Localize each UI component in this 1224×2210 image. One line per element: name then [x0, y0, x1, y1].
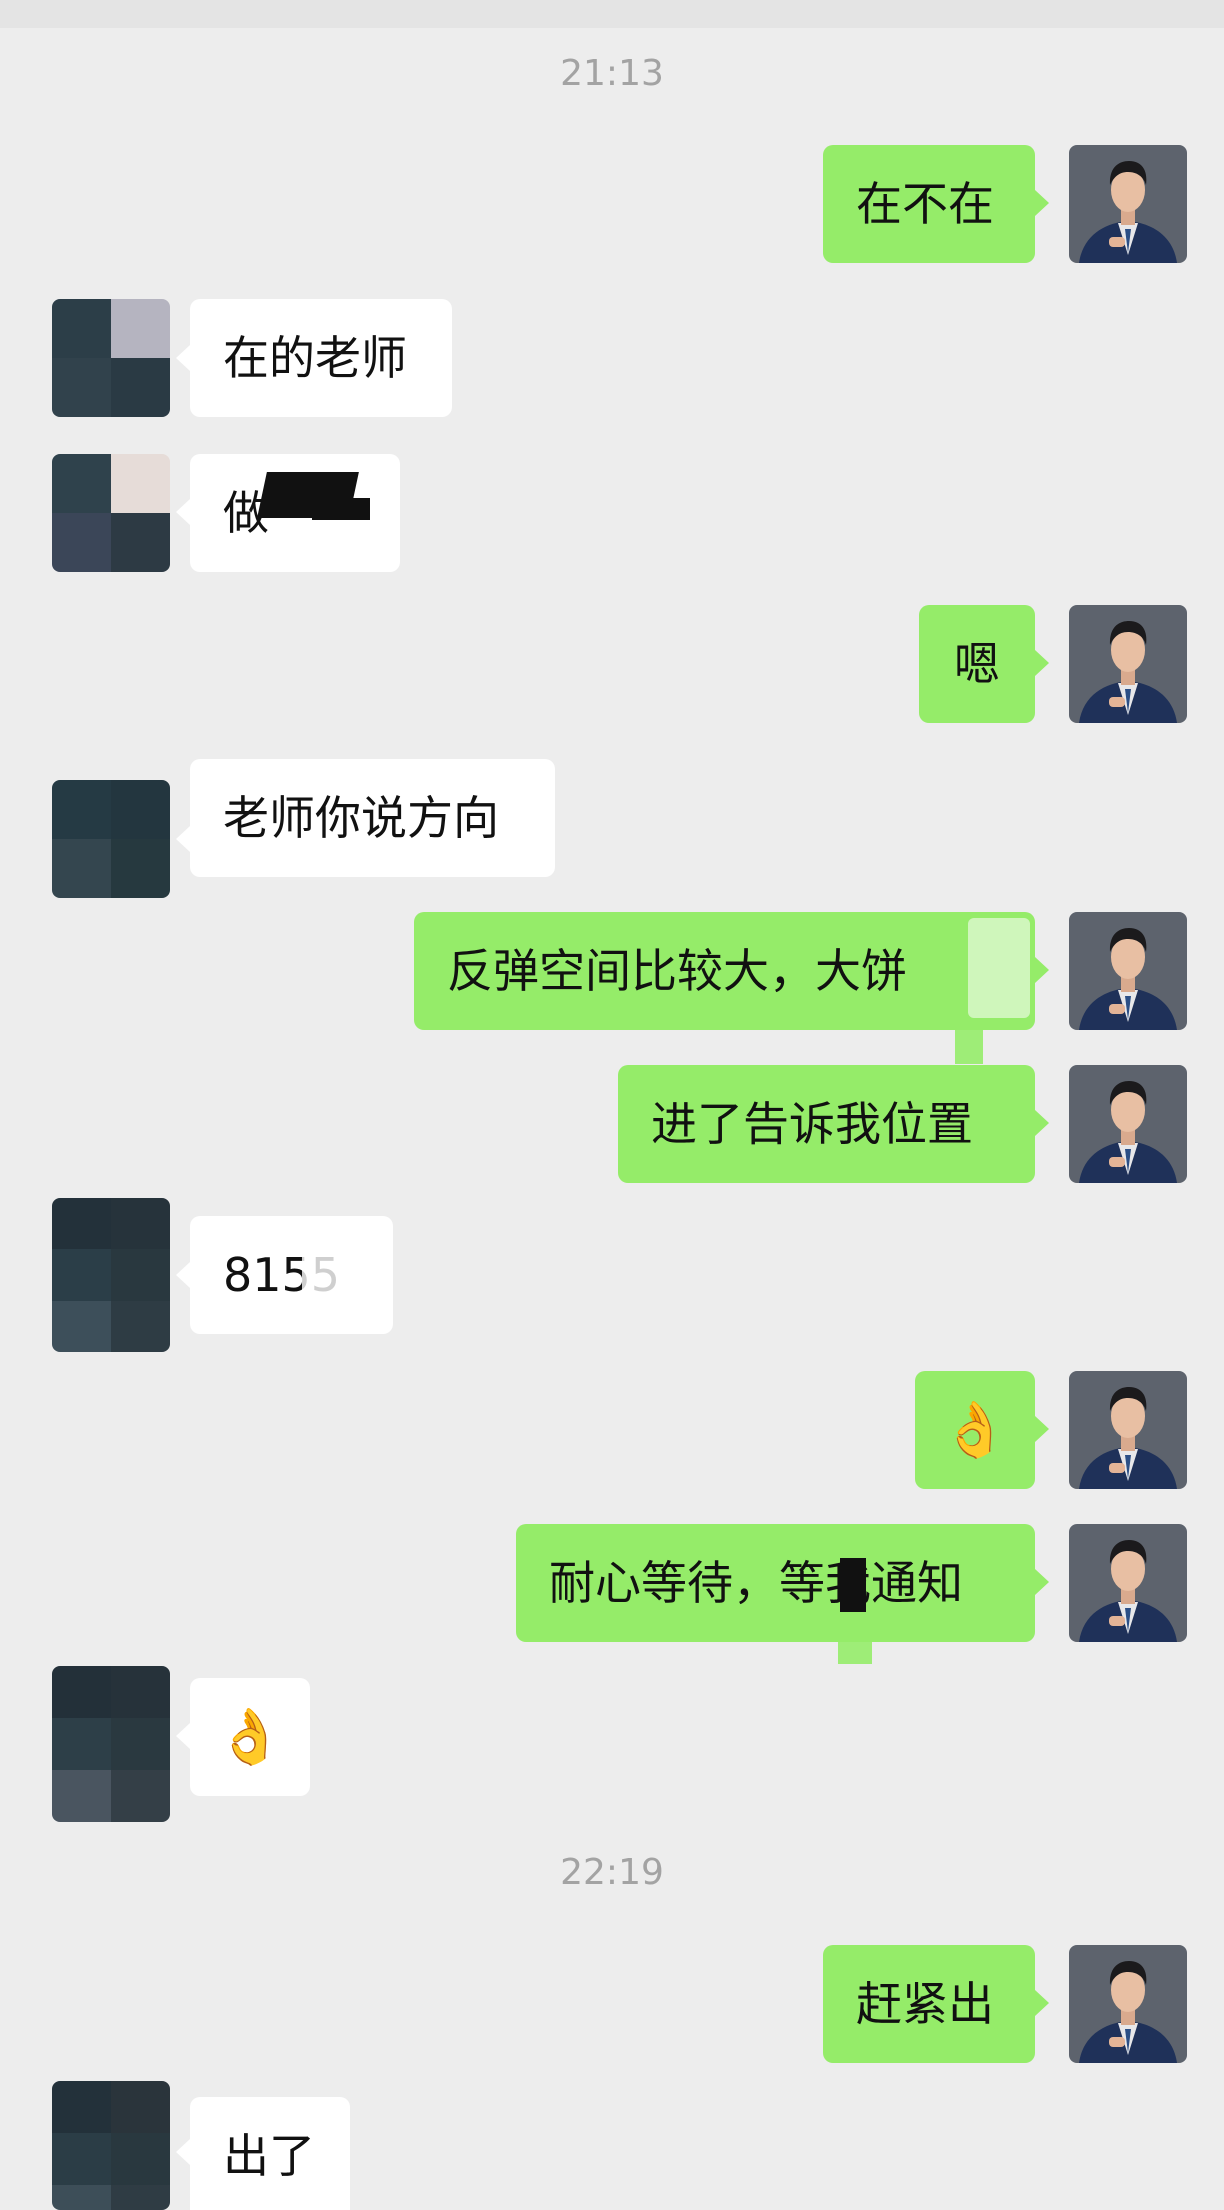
- bubble-tail: [1035, 1990, 1049, 2016]
- bubble-tail: [176, 1723, 190, 1749]
- redaction-mark: [840, 1558, 866, 1612]
- message-bubble-incoming[interactable]: 👌: [190, 1678, 310, 1796]
- my-avatar[interactable]: [1069, 1371, 1187, 1489]
- bubble-tail: [1035, 1110, 1049, 1136]
- timestamp: 22:19: [560, 1852, 664, 1893]
- redaction-smudge: [955, 1030, 983, 1064]
- bubble-tail: [176, 826, 190, 852]
- message-bubble-incoming[interactable]: 老师你说方向: [190, 759, 555, 877]
- bubble-tail: [1035, 650, 1049, 676]
- message-bubble-incoming[interactable]: 8155: [190, 1216, 393, 1334]
- bubble-tail: [1035, 190, 1049, 216]
- redaction-mark: [312, 498, 370, 520]
- chat-message-list[interactable]: 21:13 在不在 在的老师 做 嗯 老师你说方向 反弹空间比较大，大饼 进了告…: [0, 0, 1224, 2210]
- bubble-tail: [1035, 957, 1049, 983]
- message-bubble-outgoing[interactable]: 进了告诉我位置: [618, 1065, 1035, 1183]
- bubble-tail: [176, 499, 190, 525]
- bubble-tail: [1035, 1416, 1049, 1442]
- redaction-smudge: [968, 918, 1030, 1018]
- my-avatar[interactable]: [1069, 912, 1187, 1030]
- contact-avatar[interactable]: [52, 454, 170, 572]
- redaction-smudge: [838, 1642, 872, 1664]
- contact-avatar[interactable]: [52, 1198, 170, 1352]
- my-avatar[interactable]: [1069, 145, 1187, 263]
- message-bubble-outgoing[interactable]: 赶紧出: [823, 1945, 1035, 2063]
- timestamp: 21:13: [560, 53, 664, 94]
- contact-avatar[interactable]: [52, 2081, 170, 2210]
- message-bubble-incoming[interactable]: 出了: [190, 2097, 350, 2210]
- message-bubble-incoming[interactable]: 在的老师: [190, 299, 452, 417]
- message-bubble-outgoing[interactable]: 👌: [915, 1371, 1035, 1489]
- contact-avatar[interactable]: [52, 780, 170, 898]
- bubble-tail: [176, 345, 190, 371]
- my-avatar[interactable]: [1069, 1065, 1187, 1183]
- contact-avatar[interactable]: [52, 299, 170, 417]
- message-text: 反弹空间比较大，大饼: [447, 944, 907, 998]
- message-bubble-outgoing[interactable]: 嗯: [919, 605, 1035, 723]
- my-avatar[interactable]: [1069, 1524, 1187, 1642]
- message-bubble-outgoing[interactable]: 反弹空间比较大，大饼: [414, 912, 1035, 1030]
- redaction-smudge: [302, 1232, 362, 1324]
- message-bubble-outgoing[interactable]: 耐心等待，等我通知: [516, 1524, 1035, 1642]
- top-bar-strip: [0, 0, 1224, 28]
- my-avatar[interactable]: [1069, 605, 1187, 723]
- my-avatar[interactable]: [1069, 1945, 1187, 2063]
- bubble-tail: [176, 2139, 190, 2165]
- message-bubble-outgoing[interactable]: 在不在: [823, 145, 1035, 263]
- contact-avatar[interactable]: [52, 1666, 170, 1822]
- bubble-tail: [176, 1262, 190, 1288]
- bubble-tail: [1035, 1569, 1049, 1595]
